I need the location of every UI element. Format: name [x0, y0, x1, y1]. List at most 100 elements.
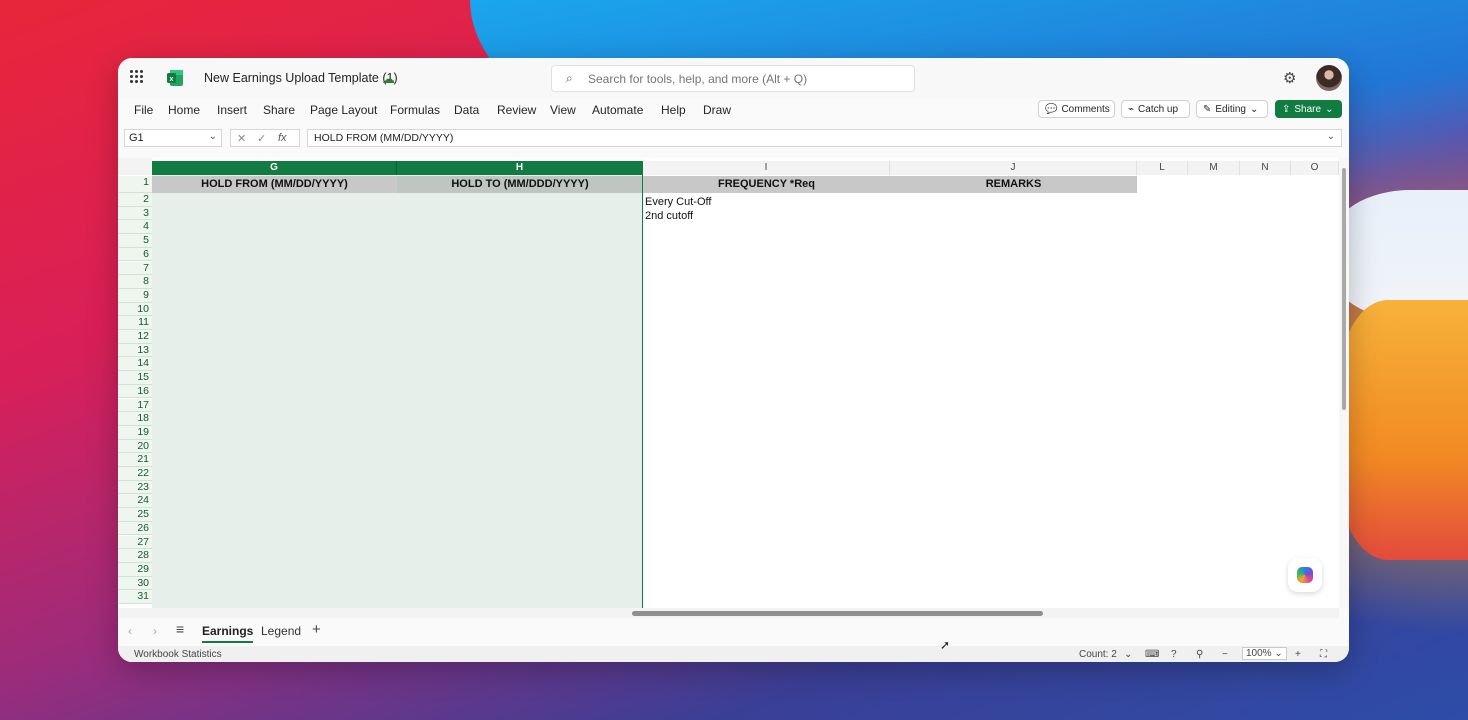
- search-box[interactable]: ⌕: [551, 65, 915, 92]
- catch-up-button[interactable]: ⌁ Catch up: [1121, 100, 1190, 118]
- cancel-icon[interactable]: ✕: [237, 132, 246, 145]
- row-header[interactable]: 23: [118, 480, 152, 495]
- menu-help[interactable]: Help: [661, 103, 686, 117]
- cloud-saved-icon[interactable]: ☁: [382, 71, 398, 86]
- row-header[interactable]: 27: [118, 535, 152, 550]
- help-icon[interactable]: ?: [1171, 649, 1177, 660]
- menu-formulas[interactable]: Formulas: [390, 103, 440, 117]
- user-avatar[interactable]: [1316, 65, 1342, 91]
- menu-draw[interactable]: Draw: [703, 103, 731, 117]
- chevron-down-icon[interactable]: ⌄: [209, 131, 217, 142]
- row-header[interactable]: 18: [118, 412, 152, 426]
- horizontal-scroll-thumb[interactable]: [632, 611, 1043, 616]
- row-header[interactable]: 2: [118, 193, 152, 207]
- share-button[interactable]: ⇪ Share ⌄: [1275, 100, 1342, 118]
- formula-input[interactable]: HOLD FROM (MM/DD/YYYY) ⌄: [307, 129, 1342, 147]
- row-header[interactable]: 31: [118, 590, 152, 604]
- row-header[interactable]: 8: [118, 275, 152, 289]
- column-header-h[interactable]: H: [397, 161, 643, 175]
- row-header[interactable]: 30: [118, 576, 152, 591]
- fullscreen-icon[interactable]: ⛶: [1320, 649, 1327, 660]
- comment-icon: 💬: [1045, 103, 1058, 115]
- cell-h1[interactable]: HOLD TO (MM/DDD/YYYY): [397, 176, 643, 193]
- row-header[interactable]: 21: [118, 453, 152, 467]
- row-header[interactable]: 11: [118, 316, 152, 330]
- menu-share[interactable]: Share: [263, 103, 295, 117]
- menu-data[interactable]: Data: [454, 103, 479, 117]
- menu-file[interactable]: File: [134, 103, 153, 117]
- app-launcher-icon[interactable]: [130, 70, 144, 84]
- menu-page-layout[interactable]: Page Layout: [310, 103, 377, 117]
- zoom-in-icon[interactable]: +: [1295, 649, 1301, 660]
- keyboard-icon[interactable]: ⌨: [1145, 649, 1159, 660]
- all-sheets-menu-icon[interactable]: ≡: [176, 621, 184, 637]
- menu-automate[interactable]: Automate: [592, 103, 643, 117]
- row-header[interactable]: 1: [118, 176, 152, 193]
- row-header[interactable]: 24: [118, 494, 152, 509]
- editing-mode-button[interactable]: ✎ Editing ⌄: [1196, 100, 1268, 118]
- row-header[interactable]: 25: [118, 508, 152, 522]
- count-indicator[interactable]: Count: 2: [1079, 649, 1117, 660]
- cell-i3[interactable]: 2nd cutoff: [645, 210, 693, 222]
- column-header-n[interactable]: N: [1240, 161, 1291, 175]
- row-header[interactable]: 13: [118, 343, 152, 358]
- column-header-l[interactable]: L: [1137, 161, 1188, 175]
- prev-sheet-icon[interactable]: ‹: [128, 624, 132, 638]
- column-header-j[interactable]: J: [890, 161, 1137, 175]
- name-box[interactable]: G1 ⌄: [124, 129, 222, 147]
- row-header[interactable]: 7: [118, 261, 152, 276]
- row-header[interactable]: 22: [118, 467, 152, 481]
- copilot-button[interactable]: [1288, 558, 1322, 592]
- zoom-level[interactable]: 100% ⌄: [1242, 647, 1287, 660]
- activity-icon: ⌁: [1128, 103, 1135, 115]
- vertical-scrollbar[interactable]: [1339, 158, 1349, 608]
- menu-view[interactable]: View: [550, 103, 576, 117]
- row-header[interactable]: 14: [118, 357, 152, 372]
- enter-icon[interactable]: ✓: [257, 132, 266, 145]
- document-title[interactable]: New Earnings Upload Template (1): [204, 71, 398, 85]
- chevron-down-icon[interactable]: ⌄: [1124, 649, 1132, 660]
- row-header[interactable]: 5: [118, 234, 152, 248]
- workbook-statistics[interactable]: Workbook Statistics: [134, 649, 222, 660]
- column-header-m[interactable]: M: [1188, 161, 1240, 175]
- row-header[interactable]: 19: [118, 425, 152, 440]
- row-header[interactable]: 20: [118, 439, 152, 454]
- row-header[interactable]: 29: [118, 562, 152, 577]
- horizontal-scrollbar[interactable]: [118, 608, 1339, 618]
- insert-function-button[interactable]: fx: [278, 132, 287, 144]
- column-header-o[interactable]: O: [1291, 161, 1339, 175]
- cell-j1[interactable]: REMARKS: [890, 176, 1137, 193]
- row-header[interactable]: 3: [118, 206, 152, 221]
- sheet-tab-legend[interactable]: Legend: [261, 624, 301, 638]
- cell-i1[interactable]: FREQUENCY *Req: [643, 176, 890, 193]
- spreadsheet-grid[interactable]: G H I J L M N O HOLD FROM (MM/DD/YYYY) H…: [118, 158, 1349, 608]
- column-header-i[interactable]: I: [643, 161, 890, 175]
- column-header-g[interactable]: G: [152, 161, 397, 175]
- cell-g1[interactable]: HOLD FROM (MM/DD/YYYY): [152, 176, 397, 193]
- expand-formula-icon[interactable]: ⌄: [1327, 131, 1335, 142]
- row-header[interactable]: 9: [118, 288, 152, 303]
- cell-i2[interactable]: Every Cut-Off: [645, 196, 711, 208]
- menu-insert[interactable]: Insert: [217, 103, 247, 117]
- row-header[interactable]: 4: [118, 220, 152, 235]
- sheet-tab-earnings[interactable]: Earnings: [202, 624, 254, 643]
- select-all-corner[interactable]: [118, 158, 152, 175]
- accessibility-icon[interactable]: ⚲: [1196, 649, 1203, 660]
- add-sheet-icon[interactable]: +: [312, 621, 321, 638]
- row-header[interactable]: 10: [118, 302, 152, 317]
- row-header[interactable]: 17: [118, 398, 152, 413]
- menu-home[interactable]: Home: [168, 103, 200, 117]
- row-header[interactable]: 26: [118, 521, 152, 536]
- row-header[interactable]: 15: [118, 371, 152, 385]
- row-header[interactable]: 6: [118, 247, 152, 262]
- comments-button[interactable]: 💬 Comments: [1038, 100, 1115, 118]
- search-input[interactable]: [586, 69, 910, 89]
- next-sheet-icon[interactable]: ›: [153, 624, 157, 638]
- row-header[interactable]: 16: [118, 384, 152, 399]
- menu-review[interactable]: Review: [497, 103, 536, 117]
- row-header[interactable]: 12: [118, 330, 152, 344]
- settings-gear-icon[interactable]: ⚙: [1283, 69, 1296, 87]
- vertical-scroll-thumb[interactable]: [1342, 168, 1346, 410]
- zoom-out-icon[interactable]: −: [1222, 649, 1228, 660]
- row-header[interactable]: 28: [118, 549, 152, 563]
